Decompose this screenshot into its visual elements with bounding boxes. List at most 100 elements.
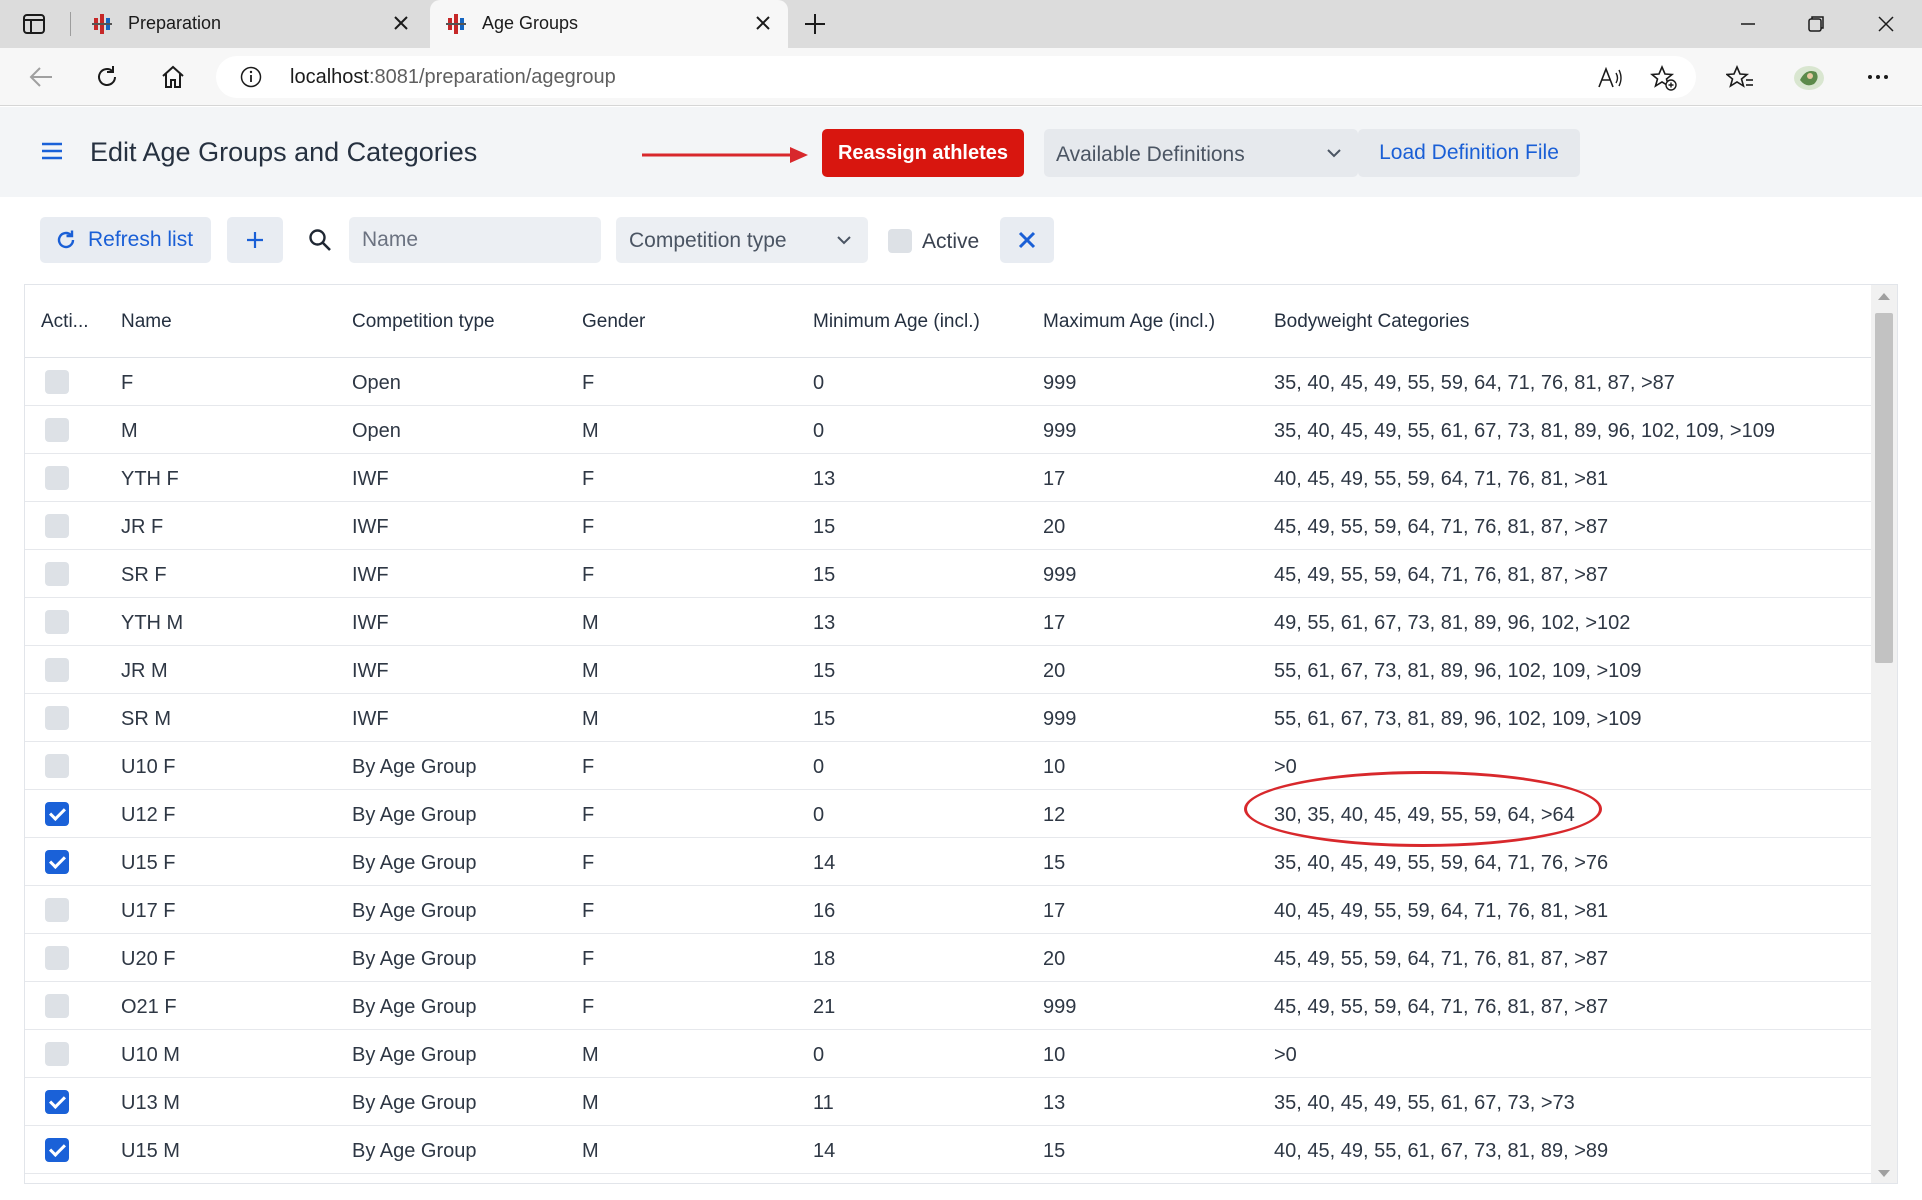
table-row[interactable]: U20 F By Age Group F 18 20 45, 49, 55, 59, 64…: [25, 934, 1871, 982]
column-header-name[interactable]: Name: [121, 311, 172, 333]
close-icon[interactable]: [752, 12, 774, 34]
url-field[interactable]: localhost:8081/preparation/agegroup: [216, 56, 1696, 98]
load-definition-file-button[interactable]: Load Definition File: [1358, 129, 1580, 177]
cell-competition-type: By Age Group: [352, 1044, 477, 1066]
table-row[interactable]: U15 M By Age Group M 14 15 40, 45, 49, 55, 61…: [25, 1126, 1871, 1174]
cell-gender: F: [582, 468, 595, 490]
minimize-icon[interactable]: [1728, 10, 1768, 38]
table-row[interactable]: U10 M By Age Group M 0 10 >0: [25, 1030, 1871, 1078]
new-tab-icon[interactable]: [800, 10, 830, 38]
scroll-thumb[interactable]: [1875, 313, 1893, 663]
close-icon[interactable]: [390, 12, 412, 34]
row-active-checkbox[interactable]: [45, 514, 69, 538]
row-active-checkbox[interactable]: [45, 1138, 69, 1162]
cell-bodyweight-categories: 40, 45, 49, 55, 61, 67, 73, 81, 89, >89: [1274, 1140, 1609, 1162]
window-close-icon[interactable]: [1866, 10, 1906, 38]
more-options-icon[interactable]: [1864, 63, 1892, 91]
column-header-bodyweight-categories[interactable]: Bodyweight Categories: [1274, 311, 1469, 333]
row-active-checkbox[interactable]: [45, 754, 69, 778]
row-active-checkbox[interactable]: [45, 1090, 69, 1114]
row-active-checkbox[interactable]: [45, 610, 69, 634]
add-age-group-button[interactable]: [227, 217, 283, 263]
cell-competition-type: IWF: [352, 660, 389, 682]
tab-actions-icon[interactable]: [18, 10, 50, 38]
cell-gender: M: [582, 420, 599, 442]
chevron-down-icon: [1327, 149, 1341, 158]
refresh-list-button[interactable]: Refresh list: [40, 217, 211, 263]
cell-maximum-age: 20: [1043, 516, 1066, 538]
row-active-checkbox[interactable]: [45, 370, 69, 394]
cell-bodyweight-categories: >0: [1274, 756, 1297, 778]
cell-bodyweight-categories: 35, 40, 45, 49, 55, 59, 64, 71, 76, >76: [1274, 852, 1609, 874]
active-filter-checkbox[interactable]: [888, 229, 912, 253]
column-header-competition-type[interactable]: Competition type: [352, 311, 495, 333]
tab-age-groups[interactable]: Age Groups: [430, 0, 788, 48]
refresh-icon: [57, 230, 75, 249]
address-bar: localhost:8081/preparation/agegroup: [0, 48, 1922, 106]
reload-icon[interactable]: [90, 61, 124, 93]
table-row[interactable]: M Open M 0 999 35, 40, 45, 49, 55, 61, 67, 73…: [25, 406, 1871, 454]
back-icon[interactable]: [24, 61, 58, 93]
cell-name: U10 M: [121, 1044, 180, 1066]
cell-bodyweight-categories: >0: [1274, 1044, 1297, 1066]
table-row[interactable]: YTH M IWF M 13 17 49, 55, 61, 67, 73, 81, 89,…: [25, 598, 1871, 646]
tab-preparation[interactable]: Preparation: [76, 0, 426, 48]
cell-maximum-age: 10: [1043, 756, 1066, 778]
table-row[interactable]: U12 F By Age Group F 0 12 30, 35, 40, 45, 49,…: [25, 790, 1871, 838]
url-text: localhost:8081/preparation/agegroup: [290, 66, 616, 89]
clear-filters-button[interactable]: [1000, 217, 1054, 263]
column-header-gender[interactable]: Gender: [582, 311, 645, 333]
grid-scrollbar[interactable]: [1871, 285, 1897, 1183]
refresh-list-label: Refresh list: [88, 228, 194, 251]
site-info-icon[interactable]: [240, 66, 262, 88]
available-definitions-select[interactable]: Available Definitions: [1044, 129, 1358, 177]
cell-competition-type: By Age Group: [352, 1092, 477, 1114]
row-active-checkbox[interactable]: [45, 898, 69, 922]
row-active-checkbox[interactable]: [45, 850, 69, 874]
table-row[interactable]: U13 M By Age Group M 11 13 35, 40, 45, 49, 55…: [25, 1078, 1871, 1126]
table-row[interactable]: U17 F By Age Group F 16 17 40, 45, 49, 55, 59…: [25, 886, 1871, 934]
cell-name: JR F: [121, 516, 164, 538]
table-row[interactable]: U10 F By Age Group F 0 10 >0: [25, 742, 1871, 790]
table-row[interactable]: O21 F By Age Group F 21 999 45, 49, 55, 59, 6…: [25, 982, 1871, 1030]
cell-competition-type: Open: [352, 420, 401, 442]
cell-maximum-age: 12: [1043, 804, 1066, 826]
table-row[interactable]: JR F IWF F 15 20 45, 49, 55, 59, 64, 71, 76, …: [25, 502, 1871, 550]
restore-icon[interactable]: [1796, 10, 1836, 38]
table-row[interactable]: JR M IWF M 15 20 55, 61, 67, 73, 81, 89, 96, …: [25, 646, 1871, 694]
reassign-athletes-button[interactable]: Reassign athletes: [822, 129, 1024, 177]
favorites-icon[interactable]: [1726, 63, 1754, 91]
read-aloud-icon[interactable]: [1596, 64, 1624, 92]
name-filter-input[interactable]: [349, 217, 601, 263]
table-row[interactable]: F Open F 0 999 35, 40, 45, 49, 55, 59, 64, 71…: [25, 358, 1871, 406]
add-favorite-icon[interactable]: [1650, 64, 1678, 92]
menu-icon[interactable]: [38, 138, 66, 164]
cell-minimum-age: 0: [813, 372, 825, 394]
column-header-maximum-age[interactable]: Maximum Age (incl.): [1043, 311, 1215, 333]
row-active-checkbox[interactable]: [45, 562, 69, 586]
column-header-active[interactable]: Acti...: [41, 311, 89, 333]
row-active-checkbox[interactable]: [45, 946, 69, 970]
row-active-checkbox[interactable]: [45, 706, 69, 730]
home-icon[interactable]: [156, 61, 190, 93]
scroll-up-icon[interactable]: [1878, 293, 1890, 300]
scroll-down-icon[interactable]: [1878, 1170, 1890, 1177]
table-row[interactable]: SR F IWF F 15 999 45, 49, 55, 59, 64, 71, 76,…: [25, 550, 1871, 598]
competition-type-filter[interactable]: Competition type: [616, 217, 868, 263]
row-active-checkbox[interactable]: [45, 994, 69, 1018]
cell-bodyweight-categories: 35, 40, 45, 49, 55, 59, 64, 71, 76, 81, …: [1274, 372, 1675, 394]
row-active-checkbox[interactable]: [45, 658, 69, 682]
row-active-checkbox[interactable]: [45, 1042, 69, 1066]
row-active-checkbox[interactable]: [45, 466, 69, 490]
row-active-checkbox[interactable]: [45, 418, 69, 442]
profile-avatar[interactable]: [1792, 61, 1826, 93]
table-row[interactable]: YTH F IWF F 13 17 40, 45, 49, 55, 59, 64, 71,…: [25, 454, 1871, 502]
row-active-checkbox[interactable]: [45, 802, 69, 826]
cell-competition-type: Open: [352, 372, 401, 394]
cell-competition-type: By Age Group: [352, 852, 477, 874]
column-header-minimum-age[interactable]: Minimum Age (incl.): [813, 311, 980, 333]
table-row[interactable]: SR M IWF M 15 999 55, 61, 67, 73, 81, 89, 96,…: [25, 694, 1871, 742]
cell-minimum-age: 15: [813, 708, 836, 730]
table-row[interactable]: U15 F By Age Group F 14 15 35, 40, 45, 49, 55…: [25, 838, 1871, 886]
cell-name: YTH F: [121, 468, 179, 490]
